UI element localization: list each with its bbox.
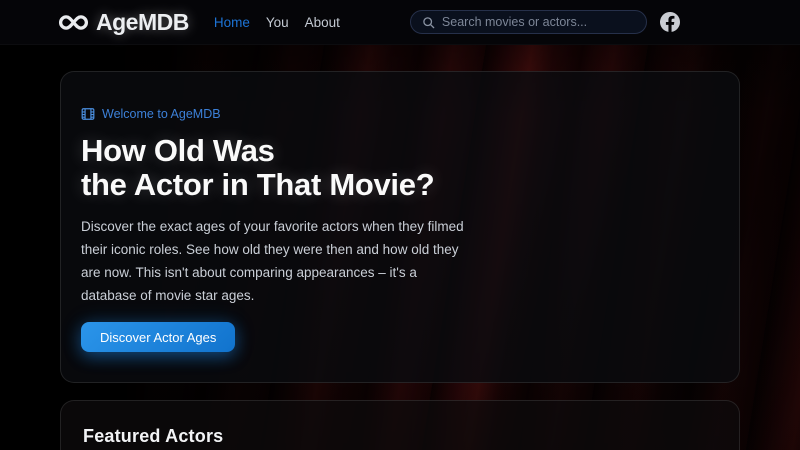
infinity-reel-icon	[58, 14, 89, 31]
main-nav: Home You About	[206, 15, 348, 30]
hero-card: Welcome to AgeMDB How Old Was the Actor …	[60, 71, 740, 383]
search-icon	[422, 16, 435, 29]
nav-you[interactable]: You	[258, 15, 297, 30]
facebook-icon[interactable]	[660, 12, 680, 32]
nav-home[interactable]: Home	[206, 15, 258, 30]
welcome-badge: Welcome to AgeMDB	[81, 106, 719, 122]
discover-actor-ages-button[interactable]: Discover Actor Ages	[81, 322, 235, 352]
hero-description: Discover the exact ages of your favorite…	[81, 215, 719, 307]
nav-about[interactable]: About	[297, 15, 348, 30]
featured-actors-title: Featured Actors	[83, 426, 717, 447]
hero-title: How Old Was the Actor in That Movie?	[81, 134, 719, 202]
search-input[interactable]	[442, 15, 635, 29]
featured-actors-card: Featured Actors	[60, 400, 740, 450]
header: AgeMDB Home You About	[0, 0, 800, 45]
page: AgeMDB Home You About	[0, 0, 800, 450]
brand-logo[interactable]: AgeMDB	[58, 9, 189, 36]
search-bar[interactable]	[410, 10, 647, 34]
brand-name: AgeMDB	[96, 9, 189, 36]
welcome-badge-label: Welcome to AgeMDB	[102, 106, 221, 122]
film-icon	[81, 107, 95, 121]
main-content: Welcome to AgeMDB How Old Was the Actor …	[0, 71, 800, 450]
